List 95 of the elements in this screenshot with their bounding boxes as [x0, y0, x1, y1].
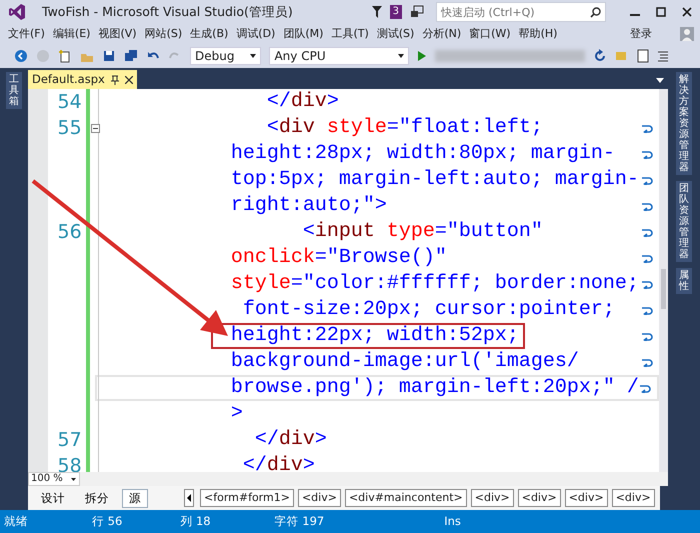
window-title: TwoFish - Microsoft Visual Studio(管理员) — [42, 2, 293, 21]
word-wrap-icon — [640, 305, 653, 315]
scroll-thumb[interactable] — [660, 269, 666, 309]
menu-item[interactable]: 帮助(H) — [514, 26, 562, 42]
side-panel-tab[interactable]: 工具箱 — [6, 72, 22, 109]
configuration-dropdown[interactable]: Debug — [190, 47, 262, 65]
word-wrap-icon — [640, 201, 653, 211]
breadcrumb-item[interactable]: <div> — [298, 489, 341, 507]
code-line: top:5px; margin-left:auto; margin- — [230, 167, 639, 193]
comment-lines-icon[interactable] — [657, 50, 670, 62]
code-line: </div> — [266, 89, 339, 115]
code-line: font-size:20px; cursor:pointer; — [242, 297, 615, 323]
word-wrap-icon — [640, 149, 653, 159]
word-wrap-icon — [640, 227, 653, 237]
code-line: browse.png'); margin-left:20px;" / — [230, 375, 639, 401]
breadcrumb-item[interactable]: <div> — [518, 489, 561, 507]
menu-item[interactable]: 视图(V) — [94, 26, 141, 42]
quick-launch-field[interactable]: 快速启动 (Ctrl+Q) — [436, 2, 606, 22]
menu-item[interactable]: 团队(M) — [279, 26, 328, 42]
close-icon[interactable] — [124, 76, 133, 84]
side-panel-tab[interactable]: 团队资源管理器 — [676, 181, 692, 262]
menu-item[interactable]: 分析(N) — [418, 26, 466, 42]
word-wrap-icon — [640, 123, 653, 133]
code-line: style="color:#ffffff; border:none; — [230, 271, 639, 297]
code-line: height:28px; width:80px; margin- — [230, 141, 615, 167]
word-wrap-icon — [640, 331, 653, 341]
dropdown-caret-icon — [398, 54, 404, 58]
sign-in-link[interactable]: 登录 — [626, 26, 656, 42]
breadcrumb-item[interactable]: <div#maincontent> — [344, 489, 467, 507]
breadcrumb-item[interactable]: <form#form1> — [200, 489, 294, 507]
breadcrumb-item[interactable]: <div> — [612, 489, 655, 507]
refresh-icon[interactable] — [593, 49, 608, 63]
line-indicator: 行 56 — [92, 512, 122, 530]
vertical-scrollbar[interactable] — [658, 89, 668, 472]
line-number: 56 — [58, 221, 82, 243]
view-tab[interactable]: 设计 — [34, 488, 72, 508]
code-line: <div style="float:left; — [266, 115, 543, 141]
column-indicator: 列 18 — [180, 512, 211, 530]
view-tab[interactable]: 拆分 — [78, 488, 116, 508]
new-item-icon[interactable] — [58, 49, 72, 63]
menu-item[interactable]: 工具(T) — [327, 26, 373, 42]
char-indicator: 字符 197 — [274, 512, 324, 530]
tab-list-icon[interactable] — [656, 78, 664, 83]
word-wrap-icon — [640, 357, 653, 367]
menu-item[interactable]: 编辑(E) — [48, 26, 94, 42]
code-line: > — [230, 401, 243, 427]
code-line: </div> — [254, 427, 327, 453]
feedback-icon[interactable] — [410, 5, 424, 19]
dropdown-caret-icon — [250, 54, 256, 58]
collapse-icon[interactable] — [90, 124, 100, 133]
status-text: 就绪 — [4, 512, 28, 530]
side-panel-tab[interactable]: 解决方案资源管理器 — [676, 72, 692, 175]
close-icon[interactable] — [682, 7, 692, 17]
insert-mode-indicator: Ins — [444, 512, 461, 530]
platform-dropdown[interactable]: Any CPU — [269, 47, 410, 65]
document-tab[interactable]: Default.aspx — [28, 70, 137, 89]
start-icon[interactable] — [417, 50, 428, 62]
menu-item[interactable]: 调试(D) — [232, 26, 280, 42]
line-number: 57 — [58, 429, 82, 451]
code-line: <input type="button" — [302, 219, 543, 245]
save-all-icon[interactable] — [124, 49, 138, 63]
word-wrap-icon — [640, 175, 653, 185]
view-tab[interactable]: 源 — [122, 488, 148, 508]
code-line: onclick="Browse()" — [230, 245, 447, 271]
notification-badge[interactable]: 3 — [390, 5, 402, 19]
line-number: 54 — [58, 91, 82, 113]
side-panel-tab[interactable]: 属性 — [676, 268, 692, 294]
document-icon[interactable] — [637, 49, 650, 63]
breadcrumb-item[interactable]: <div> — [470, 489, 514, 507]
maximize-icon[interactable] — [656, 7, 666, 17]
code-line: </div> — [242, 453, 315, 472]
breadcrumb-item[interactable]: <div> — [564, 489, 608, 507]
save-icon[interactable] — [102, 49, 116, 63]
code-line: background-image:url('images/ — [230, 349, 579, 375]
configuration-label: Debug — [195, 48, 234, 65]
pin-icon[interactable] — [110, 74, 119, 84]
visual-studio-logo-icon — [8, 3, 26, 21]
line-number: 55 — [58, 117, 82, 139]
line-number: 58 — [58, 455, 82, 472]
menu-item[interactable]: 测试(S) — [372, 26, 418, 42]
platform-label: Any CPU — [274, 48, 326, 65]
menu-item[interactable]: 文件(F) — [4, 26, 49, 42]
zoom-dropdown[interactable]: 100 % — [28, 472, 80, 486]
word-wrap-icon — [640, 279, 653, 289]
menu-item[interactable]: 网站(S) — [140, 26, 186, 42]
menu-item[interactable]: 生成(B) — [186, 26, 232, 42]
search-icon — [590, 7, 601, 18]
menu-item[interactable]: 窗口(W) — [465, 26, 515, 42]
filter-icon[interactable] — [372, 6, 382, 18]
back-icon[interactable] — [14, 49, 28, 63]
dropdown-caret-icon — [71, 478, 76, 480]
scroll-left-icon[interactable] — [184, 489, 194, 507]
word-wrap-icon — [638, 383, 651, 393]
word-wrap-icon — [640, 253, 653, 263]
code-line: right:auto;"> — [230, 193, 387, 219]
